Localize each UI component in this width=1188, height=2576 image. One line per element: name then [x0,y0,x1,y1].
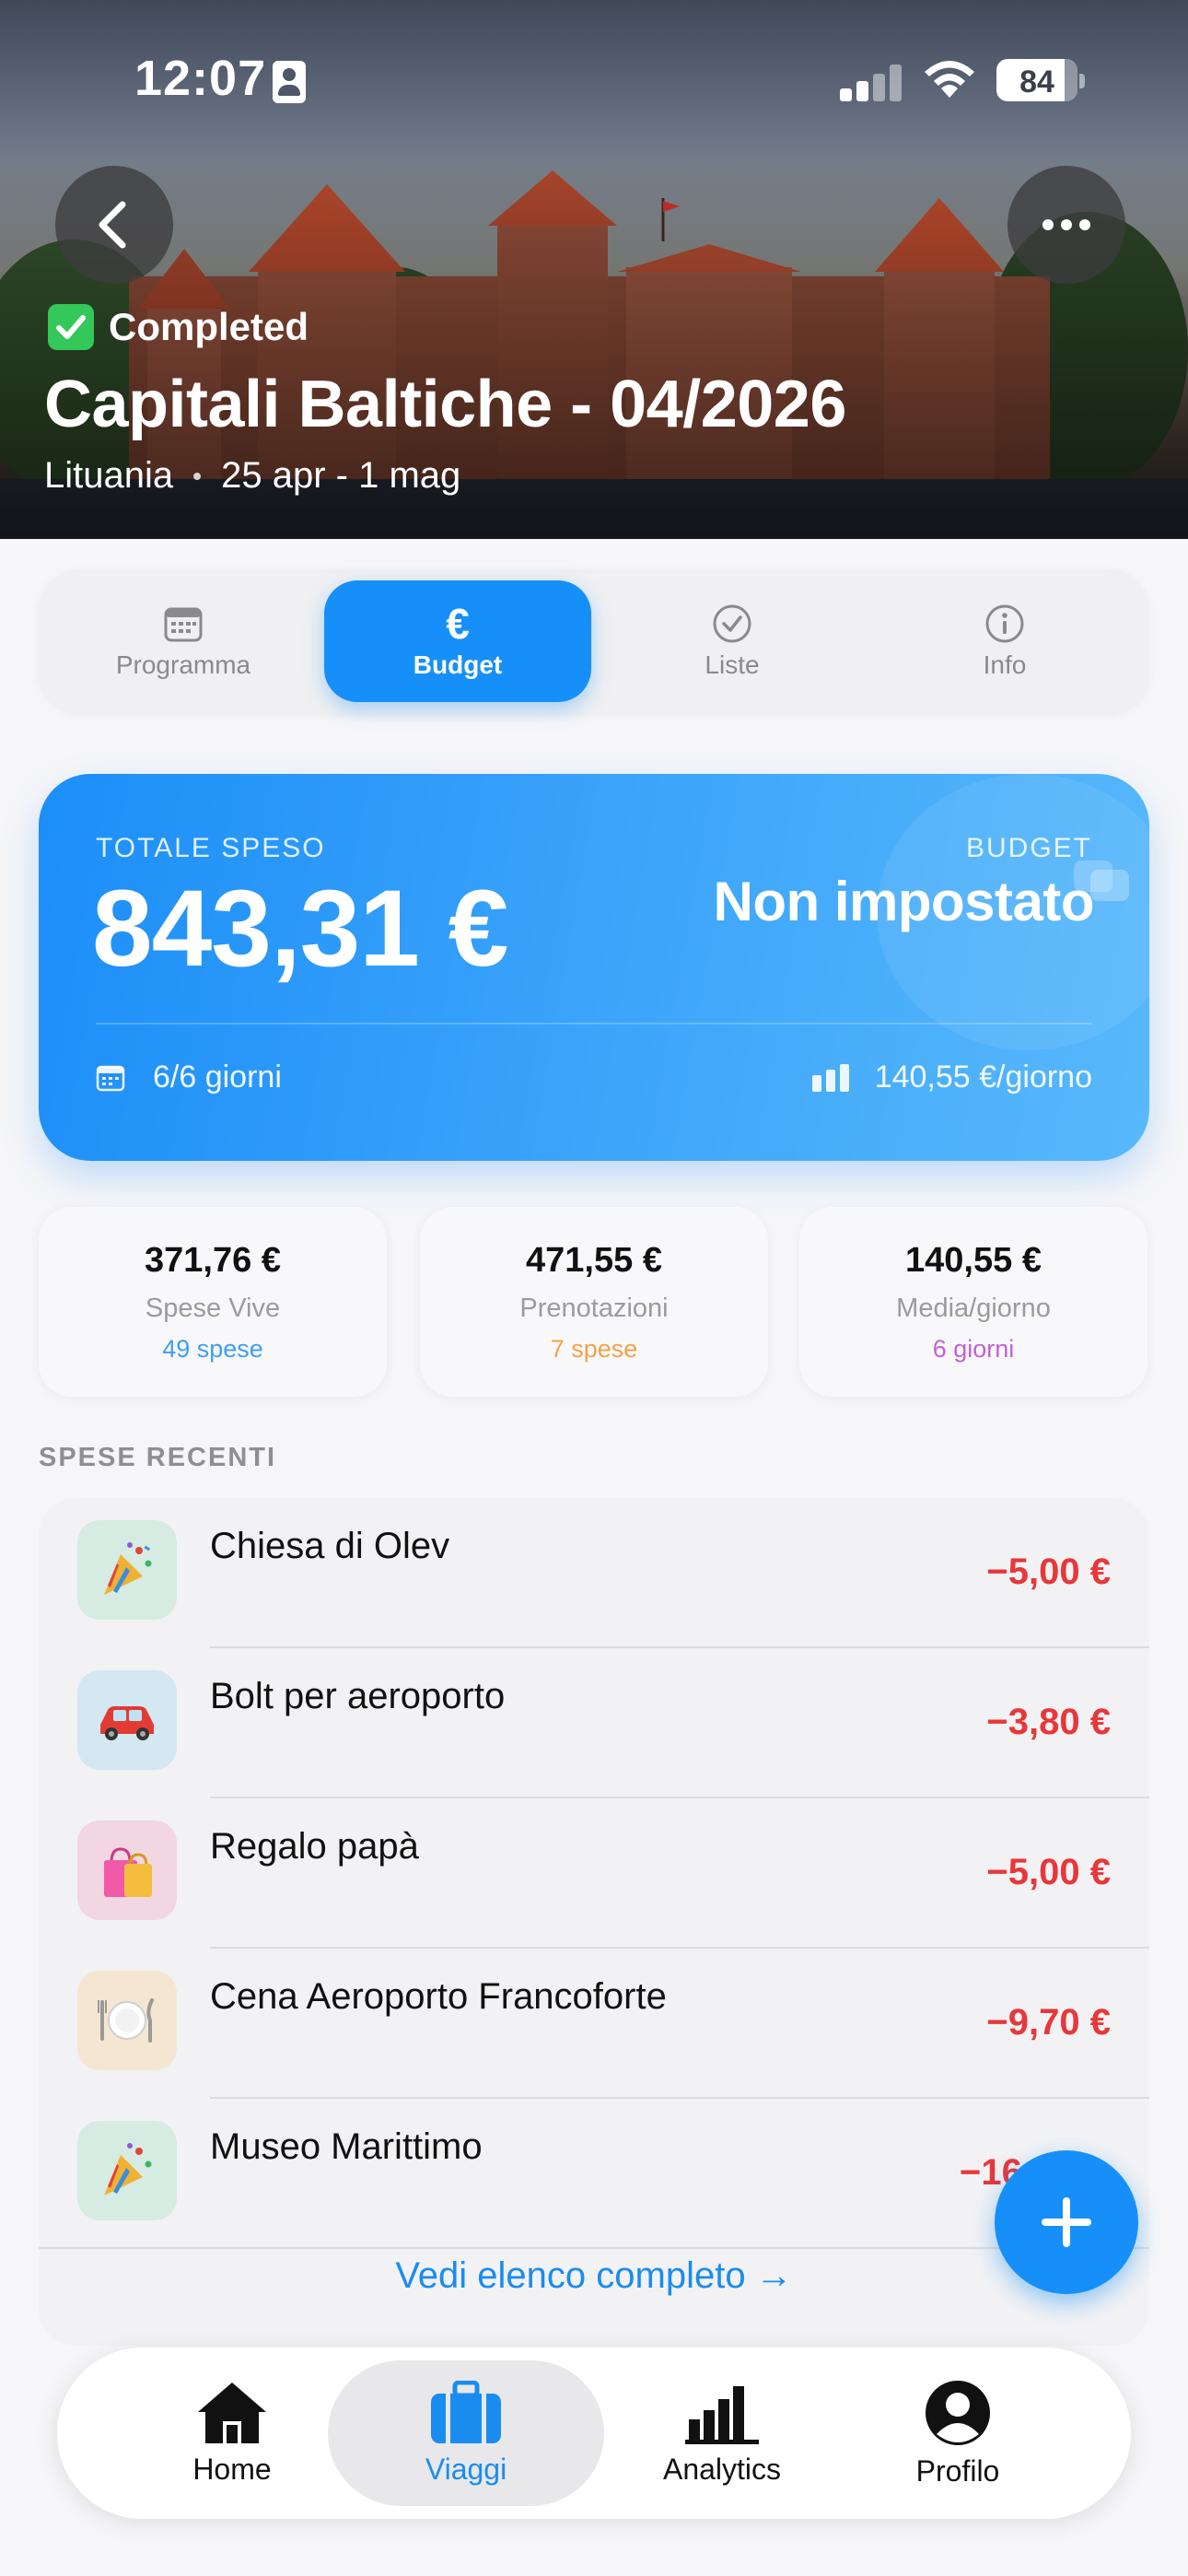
battery-icon: 84 [996,59,1077,101]
ellipsis-icon [1042,219,1090,230]
tab-label: Budget [413,650,503,679]
stat-caption: 6 giorni [932,1334,1015,1363]
cellular-signal-icon [840,64,903,101]
stat-label: Spese Vive [145,1293,281,1323]
total-spent-value: 843,31 € [92,868,508,989]
list-item[interactable]: Cena Aeroporto Francoforte −9,70 € [39,1949,1149,2099]
expense-name: Regalo papà [210,1826,419,1867]
plate-cutlery-icon [77,1971,177,2070]
per-day-value: 140,55 €/giorno [874,1060,1092,1095]
trip-dates: 25 apr - 1 mag [221,455,461,496]
add-expense-button[interactable] [995,2150,1138,2294]
expense-name: Cena Aeroporto Francoforte [210,1976,667,2017]
expense-amount: −5,00 € [986,1852,1111,1892]
stat-label: Prenotazioni [519,1293,669,1323]
wifi-icon [925,61,974,98]
tabbar-label: Home [192,2452,272,2486]
trip-country: Lituania [44,455,174,496]
euro-icon: € [446,600,470,648]
bottom-tab-bar: Home Viaggi Analytics Profilo [57,2348,1131,2519]
stat-card-daily-average[interactable]: 140,55 € Media/giorno 6 giorni [799,1207,1147,1397]
stat-caption: 49 spese [162,1334,263,1363]
separator-dot [193,472,202,480]
id-card-icon [273,61,306,103]
stat-value: 371,76 € [145,1240,281,1280]
trip-title: Capitali Baltiche - 04/2026 [44,368,846,441]
divider [96,1023,1092,1025]
list-item[interactable]: Museo Marittimo −16 [39,2099,1149,2249]
expense-name: Bolt per aeroporto [210,1676,506,1716]
party-popper-icon [77,2121,177,2220]
tab-programma[interactable]: Programma [50,580,317,702]
completed-badge: Completed [48,304,309,350]
stat-value: 471,55 € [526,1240,662,1280]
plus-icon [1042,2197,1091,2247]
budget-summary-card: TOTALE SPESO 843,31 € BUDGET Non imposta… [39,774,1149,1161]
bar-chart-icon [685,2385,759,2444]
checkmark-icon [48,304,94,350]
more-options-button[interactable] [1007,166,1125,284]
status-time: 12:07 [134,51,267,106]
shopping-bags-icon [77,1821,177,1920]
budget-value[interactable]: Non impostato [714,870,1095,933]
battery-tip [1079,74,1085,88]
tabbar-viaggi[interactable]: Viaggi [328,2360,604,2506]
calendar-icon [164,607,203,642]
stat-card-daily-expenses[interactable]: 371,76 € Spese Vive 49 spese [39,1207,387,1397]
per-day-info: 140,55 €/giorno [811,1060,1092,1095]
car-icon [77,1670,177,1770]
tab-label: Info [983,650,1027,679]
tabbar-label: Analytics [662,2452,782,2486]
total-spent-label: TOTALE SPESO [96,833,326,863]
tabbar-analytics[interactable]: Analytics [584,2360,860,2506]
divider [39,2247,1149,2249]
suitcase-icon [431,2380,501,2443]
bar-chart-icon [811,1063,849,1092]
recent-expenses-title: SPESE RECENTI [39,1443,277,1472]
stat-label: Media/giorno [896,1293,1051,1323]
stat-card-bookings[interactable]: 471,55 € Prenotazioni 7 spese [420,1207,768,1397]
budget-label: BUDGET [965,833,1092,863]
tab-liste[interactable]: Liste [599,580,866,702]
expense-amount: −3,80 € [986,1702,1111,1742]
list-item[interactable]: Bolt per aeroporto −3,80 € [39,1648,1149,1798]
days-info: 6/6 giorni [96,1060,282,1095]
tab-label: Liste [705,650,760,679]
battery-level: 84 [1019,64,1054,100]
tabbar-profilo[interactable]: Profilo [820,2360,1096,2506]
tab-label: Programma [115,650,251,679]
expense-name: Chiesa di Olev [210,1526,450,1566]
completed-label: Completed [109,305,309,348]
tab-info[interactable]: Info [871,580,1138,702]
tabbar-label: Profilo [915,2453,1000,2488]
recent-expenses-list: Chiesa di Olev −5,00 € Bolt per aeroport… [39,1498,1149,2346]
party-popper-icon [77,1520,177,1620]
tab-budget[interactable]: € Budget [324,580,591,702]
checkmark-circle-icon [713,604,751,643]
trip-subtitle: Lituania 25 apr - 1 mag [44,455,460,497]
calendar-icon [96,1065,125,1091]
home-icon [198,2382,266,2443]
expense-amount: −5,00 € [986,1551,1111,1592]
view-all-link[interactable]: Vedi elenco completo → [39,2255,1149,2297]
info-icon [985,604,1024,643]
list-item[interactable]: Regalo papà −5,00 € [39,1798,1149,1949]
expense-amount: −9,70 € [986,2002,1111,2043]
days-value: 6/6 giorni [153,1060,282,1095]
list-item[interactable]: Chiesa di Olev −5,00 € [39,1498,1149,1648]
profile-icon [926,2380,990,2445]
back-button[interactable] [55,166,173,284]
chevron-left-icon [99,201,126,249]
stat-value: 140,55 € [905,1240,1042,1280]
tabbar-label: Viaggi [425,2452,507,2486]
stat-caption: 7 spese [550,1334,638,1363]
trip-section-tabs: Programma € Budget Liste Info [39,569,1149,713]
expense-name: Museo Marittimo [210,2126,483,2167]
